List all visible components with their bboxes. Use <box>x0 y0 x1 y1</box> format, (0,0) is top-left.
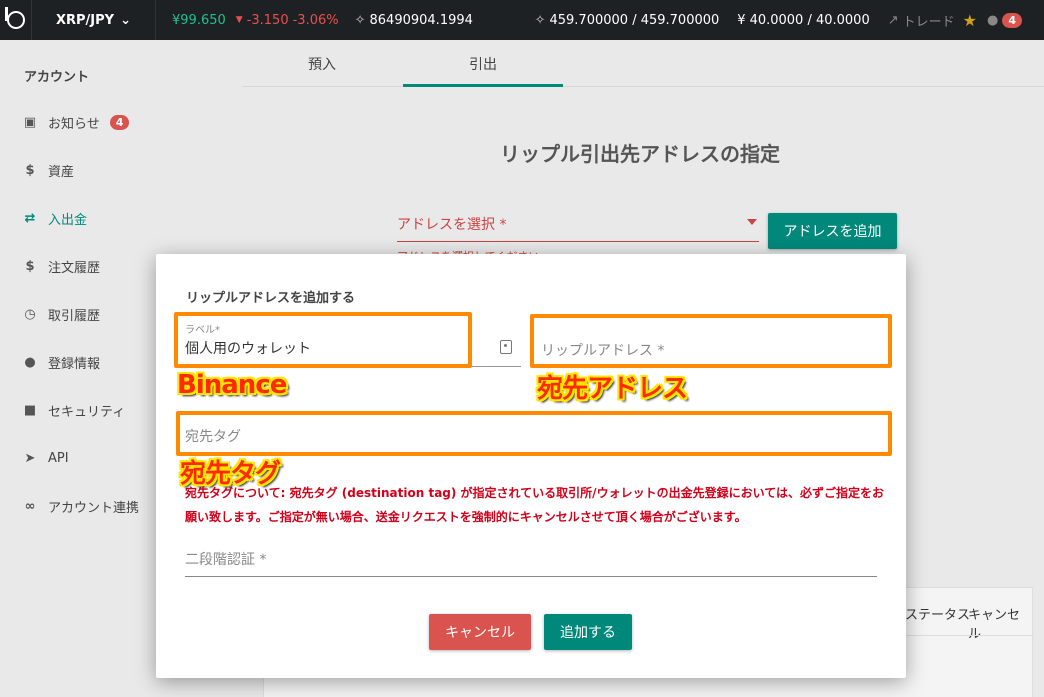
trophy-button[interactable]: ★ <box>963 11 977 30</box>
user-icon: ● <box>24 354 36 370</box>
logo[interactable] <box>0 0 32 40</box>
sidebar-item-notices[interactable]: ▣ お知らせ 4 <box>22 112 130 132</box>
caret-down-icon <box>747 219 757 225</box>
pair-label: XRP/JPY <box>56 12 115 28</box>
trophy-icon: ★ <box>962 10 977 30</box>
add-button[interactable]: 追加する <box>544 614 632 650</box>
top-bar: XRP/JPY ⌄ ¥99.650 ▼ -3.150 -3.06% ✧ 8649… <box>0 0 1044 40</box>
twofa-input[interactable]: 二段階認証 * <box>185 549 266 569</box>
tab-bar: 預入 引出 <box>242 40 1044 87</box>
link-icon: ∞ <box>24 498 36 514</box>
volume: ✧ 86490904.1994 <box>354 12 473 28</box>
logo-icon <box>4 7 25 29</box>
jpy-balance: ¥ 40.0000 / 40.0000 <box>737 12 870 28</box>
sidebar-item-deposit-withdraw[interactable]: ⇄ 入出金 <box>22 208 87 228</box>
xrp-balance: ✧ 459.700000 / 459.700000 <box>534 12 720 28</box>
dollar-icon: $ <box>25 162 35 178</box>
tab-withdraw[interactable]: 引出 <box>403 54 563 74</box>
sidebar-item-profile[interactable]: ● 登録情報 <box>22 352 100 372</box>
chart-icon: ↗ <box>887 12 899 28</box>
dollar-icon: $ <box>25 258 35 274</box>
last-price: ¥99.650 <box>172 12 226 28</box>
highlight-label-field <box>174 312 472 368</box>
address-select[interactable]: アドレスを選択 * <box>397 202 759 242</box>
highlight-tag-field <box>176 411 892 456</box>
price-change: ▼ -3.150 -3.06% <box>235 12 339 28</box>
sidebar-item-order-history[interactable]: $ 注文履歴 <box>22 256 100 276</box>
cancel-button[interactable]: キャンセル <box>429 614 531 650</box>
inbox-icon: ▣ <box>23 114 37 130</box>
notices-badge: 4 <box>109 114 130 130</box>
page-title: リップル引出先アドレスの指定 <box>500 142 780 166</box>
twofa-underline <box>185 576 877 577</box>
yen-icon: ¥ <box>737 12 746 28</box>
tab-deposit[interactable]: 預入 <box>242 54 402 74</box>
annotation-binance: Binance <box>177 370 287 400</box>
sidebar-item-api[interactable]: ➤ API <box>22 448 69 468</box>
lock-icon: ■ <box>23 402 37 418</box>
user-menu[interactable]: ● 4 <box>987 12 1022 28</box>
sidebar-item-account-link[interactable]: ∞ アカウント連携 <box>22 496 139 516</box>
share-icon: ✧ <box>354 12 366 28</box>
send-icon: ➤ <box>24 450 36 466</box>
highlight-address-field <box>530 314 892 368</box>
pair-selector[interactable]: XRP/JPY ⌄ <box>32 0 156 40</box>
sidebar-item-security[interactable]: ■ セキュリティ <box>22 400 125 420</box>
annotation-tag: 宛先タグ <box>180 459 281 489</box>
notification-badge: 4 <box>1002 12 1022 28</box>
column-cancel: キャンセル <box>968 608 1021 642</box>
destination-tag-notice: 宛先タグについて: 宛先タグ (destination tag) が指定されてい… <box>185 486 884 524</box>
column-status: ステータス <box>905 608 971 623</box>
address-book-icon[interactable] <box>500 340 512 354</box>
xrp-icon: ✧ <box>534 12 546 28</box>
annotation-address: 宛先アドレス <box>537 374 688 404</box>
chevron-down-icon: ⌄ <box>120 12 131 28</box>
down-arrow-icon: ▼ <box>235 15 243 25</box>
user-icon: ● <box>987 12 999 28</box>
transfer-icon: ⇄ <box>24 210 36 226</box>
clock-icon: ◷ <box>24 306 36 322</box>
sidebar-title: アカウント <box>24 70 90 85</box>
trade-link[interactable]: ↗ トレード <box>888 11 955 30</box>
sidebar-item-assets[interactable]: $ 資産 <box>22 160 74 180</box>
add-address-button[interactable]: アドレスを追加 <box>768 213 897 249</box>
active-tab-indicator <box>403 84 563 87</box>
sidebar-item-trade-history[interactable]: ◷ 取引履歴 <box>22 304 100 324</box>
modal-title: リップルアドレスを追加する <box>186 291 356 306</box>
